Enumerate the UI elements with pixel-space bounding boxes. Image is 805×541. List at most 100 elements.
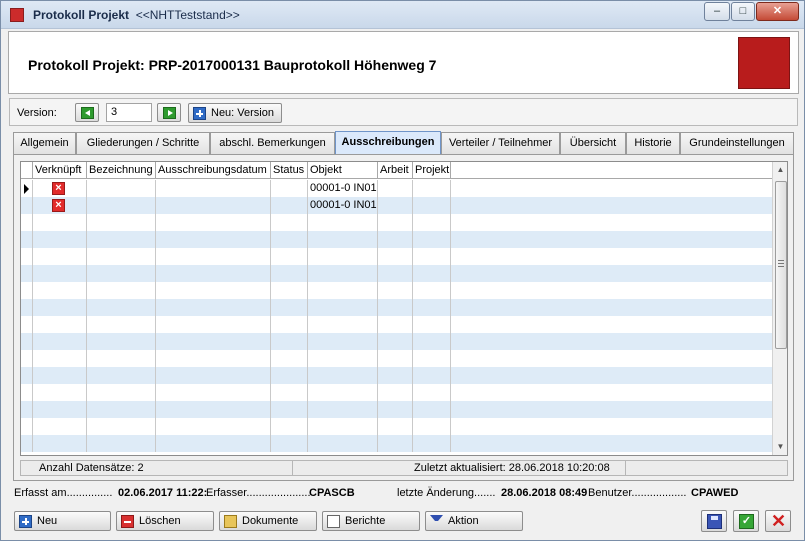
created-value: 02.06.2017 11:22: xyxy=(118,487,207,499)
confirm-button[interactable]: ✓ xyxy=(733,510,759,532)
row-indicator-cell xyxy=(21,435,33,452)
column-header-bezeichnung[interactable]: Bezeichnung xyxy=(87,162,156,179)
table-cell xyxy=(33,435,87,452)
table-row[interactable]: × 00001-0 IN01 xyxy=(21,180,772,197)
delete-button[interactable]: Löschen xyxy=(116,511,214,531)
new-button[interactable]: Neu xyxy=(14,511,111,531)
table-row[interactable] xyxy=(21,282,772,299)
table-row[interactable] xyxy=(21,401,772,418)
tab-allgemein[interactable]: Allgemein xyxy=(13,132,76,154)
table-row[interactable] xyxy=(21,333,772,350)
version-label: Version: xyxy=(17,107,57,119)
table-row[interactable] xyxy=(21,316,772,333)
tab-bemerkungen[interactable]: abschl. Bemerkungen xyxy=(210,132,335,154)
table-cell xyxy=(156,418,271,435)
tab-uebersicht[interactable]: Übersicht xyxy=(560,132,626,154)
scroll-down-icon[interactable]: ▼ xyxy=(773,439,787,455)
version-input[interactable]: 3 xyxy=(106,103,152,122)
table-row[interactable] xyxy=(21,248,772,265)
vertical-scrollbar[interactable]: ▲ ▼ xyxy=(772,162,787,455)
table-cell xyxy=(156,180,271,197)
table-cell xyxy=(451,265,772,282)
tab-bar: Allgemein Gliederungen / Schritte abschl… xyxy=(13,131,794,155)
scroll-thumb[interactable] xyxy=(775,181,787,349)
table-cell: × xyxy=(33,180,87,197)
table-cell xyxy=(33,248,87,265)
table-cell xyxy=(378,384,413,401)
x-icon[interactable]: × xyxy=(52,182,65,195)
app-icon xyxy=(10,8,24,22)
table-cell xyxy=(413,180,451,197)
column-header-verknuepft[interactable]: Verknüpft xyxy=(33,162,87,179)
x-icon[interactable]: × xyxy=(52,199,65,212)
save-button[interactable] xyxy=(701,510,727,532)
table-cell xyxy=(413,418,451,435)
table-cell xyxy=(413,231,451,248)
user-label: Benutzer.................. xyxy=(588,487,687,499)
row-indicator-cell xyxy=(21,401,33,418)
column-header-projekt[interactable]: Projekt xyxy=(413,162,451,179)
table-row[interactable] xyxy=(21,418,772,435)
column-header-ausschreibungsdatum[interactable]: Ausschreibungsdatum xyxy=(156,162,271,179)
table-cell xyxy=(87,367,156,384)
table-row[interactable] xyxy=(21,350,772,367)
version-prev-button[interactable] xyxy=(75,103,99,122)
reports-button[interactable]: Berichte xyxy=(322,511,420,531)
data-grid[interactable]: Verknüpft Bezeichnung Ausschreibungsdatu… xyxy=(20,161,788,456)
column-header-arbeit[interactable]: Arbeit xyxy=(378,162,413,179)
action-button[interactable]: Aktion xyxy=(425,511,523,531)
maximize-button[interactable]: □ xyxy=(731,2,755,21)
table-row[interactable] xyxy=(21,384,772,401)
tab-historie[interactable]: Historie xyxy=(626,132,680,154)
tab-gliederungen[interactable]: Gliederungen / Schritte xyxy=(76,132,210,154)
new-version-label: Neu: Version xyxy=(211,107,274,119)
table-cell xyxy=(378,282,413,299)
table-cell xyxy=(378,418,413,435)
table-cell xyxy=(271,435,308,452)
modified-value-text: 28.06.2018 08:49 xyxy=(501,487,588,499)
table-row[interactable] xyxy=(21,299,772,316)
column-header-objekt[interactable]: Objekt xyxy=(308,162,378,179)
table-cell xyxy=(33,401,87,418)
action-button-label: Aktion xyxy=(448,515,479,527)
header-panel: Protokoll Projekt: PRP-2017000131 Baupro… xyxy=(8,31,799,94)
table-cell: 00001-0 IN01 xyxy=(308,180,378,197)
minimize-button[interactable]: – xyxy=(704,2,730,21)
table-row[interactable] xyxy=(21,435,772,452)
column-header-status[interactable]: Status xyxy=(271,162,308,179)
grip-icon xyxy=(778,260,784,267)
table-cell xyxy=(308,299,378,316)
version-next-button[interactable] xyxy=(157,103,181,122)
modified-value: 28.06.2018 08:49 xyxy=(501,487,587,499)
tab-ausschreibungen[interactable]: Ausschreibungen xyxy=(335,131,441,155)
table-row[interactable] xyxy=(21,214,772,231)
table-cell xyxy=(271,197,308,214)
creator-value-text: CPASCB xyxy=(309,487,355,499)
row-indicator-cell xyxy=(21,214,33,231)
created-label: Erfasst am............... xyxy=(14,487,113,499)
table-cell xyxy=(451,384,772,401)
tab-verteiler[interactable]: Verteiler / Teilnehmer xyxy=(441,132,560,154)
table-row[interactable] xyxy=(21,231,772,248)
window-title-suffix: <<NHTTeststand>> xyxy=(135,8,240,22)
table-row[interactable]: × 00001-0 IN01 xyxy=(21,197,772,214)
table-cell xyxy=(156,214,271,231)
new-version-button[interactable]: Neu: Version xyxy=(188,103,282,123)
table-cell xyxy=(378,265,413,282)
tab-grundeinstellungen[interactable]: Grundeinstellungen xyxy=(680,132,794,154)
cancel-button[interactable]: ✕ xyxy=(765,510,791,532)
table-cell xyxy=(33,265,87,282)
table-cell xyxy=(271,265,308,282)
record-count: Anzahl Datensätze: 2 xyxy=(21,461,293,475)
table-cell xyxy=(308,367,378,384)
row-indicator-cell xyxy=(21,350,33,367)
documents-button[interactable]: Dokumente xyxy=(219,511,317,531)
table-row[interactable] xyxy=(21,367,772,384)
table-cell xyxy=(87,418,156,435)
table-row[interactable] xyxy=(21,265,772,282)
scroll-up-icon[interactable]: ▲ xyxy=(773,162,787,178)
row-indicator-cell xyxy=(21,248,33,265)
close-button[interactable]: ✕ xyxy=(756,2,799,21)
table-cell xyxy=(413,265,451,282)
table-cell: × xyxy=(33,197,87,214)
